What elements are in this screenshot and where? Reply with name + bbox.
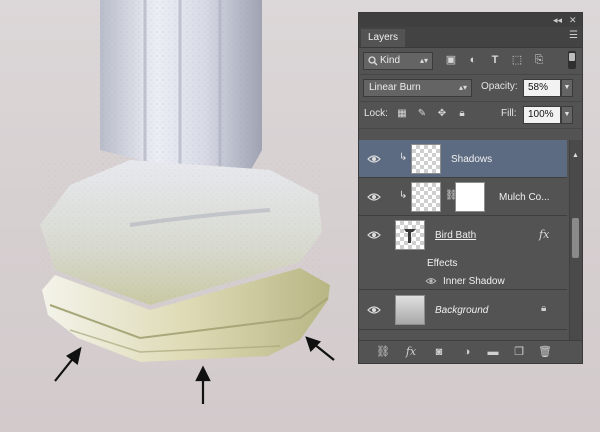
effects-label[interactable]: Effects bbox=[427, 258, 457, 269]
tab-layers[interactable]: Layers bbox=[361, 29, 406, 47]
visibility-eye-icon[interactable] bbox=[367, 154, 381, 164]
bird-bath-thumbnail-icon bbox=[404, 229, 416, 243]
visibility-eye-icon[interactable] bbox=[367, 305, 381, 315]
lock-transparent-pixels-icon[interactable]: ▦ bbox=[395, 107, 409, 121]
layer-name[interactable]: Background bbox=[435, 305, 488, 316]
layers-bottom-toolbar: ⛓︎ fx ◙ ◑ ▬ ❐ 🗑︎ bbox=[359, 340, 582, 363]
shape-filter-icon[interactable]: ⬚ bbox=[509, 52, 525, 68]
search-icon bbox=[368, 56, 378, 66]
visibility-eye-icon[interactable] bbox=[367, 230, 381, 240]
smart-object-filter-icon[interactable]: ⎘ bbox=[531, 52, 547, 68]
new-layer-icon[interactable]: ❐ bbox=[511, 345, 527, 359]
chevron-updown-icon: ▴▾ bbox=[419, 56, 428, 65]
panel-tab-row: Layers ☰ bbox=[359, 27, 582, 48]
fill-input[interactable]: 100% bbox=[523, 106, 561, 124]
layer-mask-thumbnail[interactable] bbox=[455, 182, 485, 212]
clipping-arrow-icon: ↳ bbox=[399, 190, 408, 201]
blend-mode-value: Linear Burn bbox=[369, 82, 421, 93]
add-layer-mask-icon[interactable]: ◙ bbox=[431, 345, 447, 359]
blend-row: Linear Burn ▴▾ Opacity: 58% ▼ bbox=[359, 75, 582, 102]
new-group-folder-icon[interactable]: ▬ bbox=[485, 345, 501, 359]
scroll-up-arrow-icon[interactable]: ▲ bbox=[572, 152, 579, 159]
image-filter-icon[interactable]: ▣ bbox=[443, 52, 459, 68]
opacity-label: Opacity: bbox=[481, 81, 518, 92]
arrow-left bbox=[54, 346, 82, 382]
type-filter-icon[interactable]: T bbox=[487, 52, 503, 68]
fx-badge-icon[interactable]: fx bbox=[539, 228, 549, 241]
close-panel-icon[interactable]: ✕ bbox=[569, 14, 577, 26]
effect-inner-shadow[interactable]: Inner Shadow bbox=[443, 276, 505, 287]
layer-thumbnail bbox=[411, 182, 441, 212]
layer-name[interactable]: Bird Bath bbox=[435, 230, 476, 241]
lock-image-pixels-brush-icon[interactable]: ✎ bbox=[415, 107, 429, 121]
lock-position-move-icon[interactable]: ✥ bbox=[435, 107, 449, 121]
link-layers-icon[interactable]: ⛓︎ bbox=[375, 345, 391, 359]
layer-thumbnail bbox=[411, 144, 441, 174]
delete-layer-trash-icon[interactable]: 🗑︎ bbox=[537, 345, 553, 359]
clipping-arrow-icon: ↳ bbox=[399, 152, 408, 163]
layer-list-scrollbar[interactable]: ▲ bbox=[569, 140, 582, 351]
layer-name[interactable]: Mulch Co... bbox=[499, 192, 550, 203]
layer-list: ↳ Shadows ↳ ⛓︎ Mulch Co... Bird Bath fx … bbox=[359, 140, 582, 351]
scrollbar-thumb[interactable] bbox=[572, 218, 579, 258]
add-layer-style-fx-icon[interactable]: fx bbox=[403, 345, 419, 359]
opacity-input[interactable]: 58% bbox=[523, 79, 561, 97]
lock-all-padlock-icon[interactable]: 🔒︎ bbox=[455, 107, 469, 121]
filter-row: Kind ▴▾ ▣ ◐ T ⬚ ⎘ bbox=[359, 48, 582, 75]
filter-toggle-switch[interactable] bbox=[568, 51, 576, 69]
layer-lock-icon: 🔒︎ bbox=[541, 303, 547, 314]
effect-visibility-eye-icon[interactable] bbox=[425, 277, 437, 285]
lock-label: Lock: bbox=[364, 108, 388, 119]
layer-thumbnail bbox=[395, 295, 425, 325]
canvas-artwork bbox=[40, 0, 335, 404]
visibility-eye-icon[interactable] bbox=[367, 192, 381, 202]
layer-name[interactable]: Shadows bbox=[451, 154, 492, 165]
layer-thumbnail bbox=[395, 220, 425, 250]
layer-row-mulch[interactable]: ↳ ⛓︎ Mulch Co... bbox=[359, 178, 567, 216]
opacity-dropdown-arrow-icon[interactable]: ▼ bbox=[561, 79, 573, 97]
adjustment-filter-icon[interactable]: ◐ bbox=[465, 52, 481, 68]
fill-label: Fill: bbox=[501, 108, 517, 119]
panel-menu-icon[interactable]: ☰ bbox=[569, 30, 578, 41]
blend-mode-dropdown[interactable]: Linear Burn ▴▾ bbox=[363, 79, 472, 97]
new-adjustment-layer-icon[interactable]: ◑ bbox=[459, 345, 475, 359]
arrow-right bbox=[305, 336, 335, 361]
lock-row: Lock: ▦ ✎ ✥ 🔒︎ Fill: 100% ▼ bbox=[359, 102, 582, 129]
layer-row-shadows[interactable]: ↳ Shadows bbox=[359, 140, 567, 178]
filter-kind-dropdown[interactable]: Kind ▴▾ bbox=[363, 52, 433, 70]
layer-row-bird-bath[interactable]: Bird Bath fx Effects Inner Shadow bbox=[359, 216, 567, 290]
chevron-updown-icon: ▴▾ bbox=[458, 83, 467, 92]
layers-panel: ◂◂ ✕ Layers ☰ Kind ▴▾ ▣ ◐ T ⬚ ⎘ Linear B… bbox=[358, 12, 583, 364]
fill-dropdown-arrow-icon[interactable]: ▼ bbox=[561, 106, 573, 124]
filter-kind-label: Kind bbox=[380, 55, 401, 66]
layer-row-background[interactable]: Background 🔒︎ bbox=[359, 290, 567, 330]
panel-title-bar[interactable]: ◂◂ ✕ bbox=[359, 13, 582, 27]
collapse-panel-icon[interactable]: ◂◂ bbox=[553, 14, 562, 26]
arrow-center bbox=[195, 365, 211, 404]
